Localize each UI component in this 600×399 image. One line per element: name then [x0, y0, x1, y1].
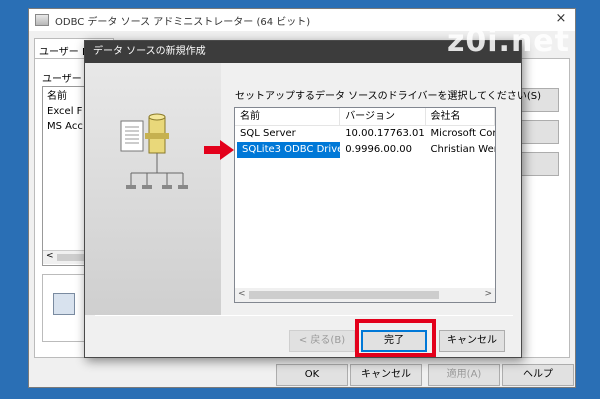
driver-name-selected: SQLite3 ODBC Driver: [237, 142, 341, 158]
red-arrow-icon: [204, 140, 234, 160]
wizard-image: [85, 63, 221, 315]
odbc-info-icon: [53, 293, 75, 315]
column-header-company[interactable]: 会社名: [426, 108, 495, 125]
driver-select-prompt: セットアップするデータ ソースのドライバーを選択してください(S): [235, 91, 542, 102]
main-cancel-button[interactable]: キャンセル: [350, 364, 422, 386]
database-drivers-icon: [120, 113, 188, 189]
window-title: ODBC データ ソース アドミニストレーター (64 ビット): [55, 16, 311, 28]
dialog-separator: [95, 315, 513, 316]
help-button[interactable]: ヘルプ: [502, 364, 574, 386]
column-header-name[interactable]: 名前: [235, 108, 341, 125]
column-header-version[interactable]: バージョン: [340, 108, 426, 125]
scroll-left-icon[interactable]: <: [238, 289, 246, 299]
driver-name: SQL Server: [240, 128, 296, 139]
odbc-app-icon: [35, 14, 49, 26]
create-data-source-dialog: データ ソースの新規作成 セットアップするデータ ソースのドライバーを選択してく…: [84, 40, 541, 358]
apply-button[interactable]: 適用(A): [428, 364, 500, 386]
driver-listview[interactable]: 名前 バージョン 会社名 SQL Server 10.00.17763.01 M…: [234, 107, 496, 303]
scrollbar-thumb[interactable]: [249, 291, 439, 299]
back-button[interactable]: < 戻る(B): [289, 330, 355, 352]
finish-highlight-box: [355, 319, 436, 357]
driver-version: 10.00.17763.01: [345, 128, 425, 139]
driver-row-sql-server[interactable]: SQL Server 10.00.17763.01 Microsoft Corp: [235, 126, 495, 142]
driver-row-sqlite3[interactable]: SQLite3 ODBC Driver 0.9996.00.00 Christi…: [235, 142, 495, 158]
ok-button[interactable]: OK: [276, 364, 348, 386]
watermark: z0i.net: [446, 24, 570, 59]
driver-company: Christian Wern: [430, 144, 495, 155]
driver-version: 0.9996.00.00: [345, 144, 412, 155]
scroll-right-icon[interactable]: >: [484, 289, 492, 299]
listview-header: 名前 バージョン 会社名: [235, 108, 495, 126]
scroll-left-icon[interactable]: <: [46, 251, 54, 261]
listview-h-scrollbar[interactable]: < >: [235, 288, 495, 302]
driver-company: Microsoft Corp: [430, 128, 495, 139]
dialog-cancel-button[interactable]: キャンセル: [439, 330, 505, 352]
